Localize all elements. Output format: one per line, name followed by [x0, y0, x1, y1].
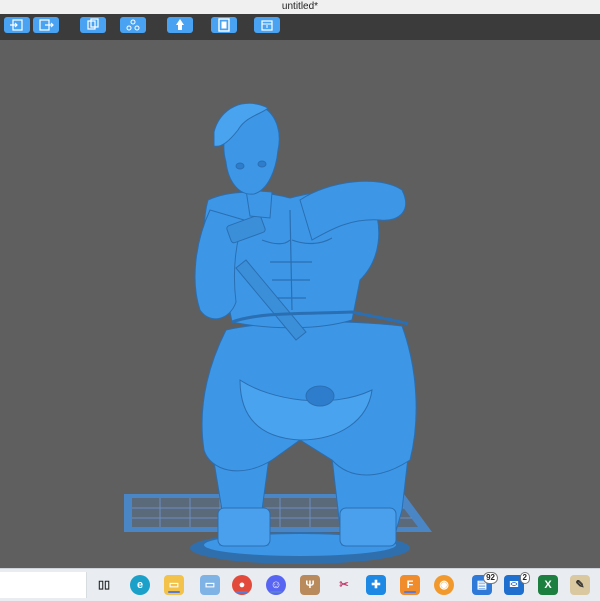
supports-icon: [176, 19, 184, 30]
edge-icon[interactable]: e: [130, 575, 150, 595]
scene: [124, 102, 432, 564]
sculpture-model[interactable]: [194, 102, 417, 547]
deer-app-icon[interactable]: Ψ: [300, 575, 320, 595]
taskbar: ▯▯ e ▭ ▭ ● ☺ Ψ ✂ ✚ F ◉ ▤ 92 ✉ 2 X ✎: [0, 568, 600, 601]
import-button[interactable]: [4, 17, 30, 33]
laptop-icon[interactable]: ▭: [200, 575, 220, 595]
window-title: untitled*: [281, 1, 319, 12]
network-icon: [126, 19, 140, 31]
chrome-icon[interactable]: ●: [232, 575, 252, 595]
slice-icon: [261, 20, 273, 31]
cross-app-icon[interactable]: ✚: [366, 575, 386, 595]
frame-icon: [218, 18, 230, 32]
blender-icon[interactable]: ◉: [434, 575, 454, 595]
scissors-app-icon[interactable]: ✂: [334, 575, 354, 595]
copy-button[interactable]: [80, 17, 106, 33]
slice-button[interactable]: [254, 17, 280, 33]
excel-icon[interactable]: X: [538, 575, 558, 595]
import-icon: [10, 19, 23, 31]
taskbar-search-box[interactable]: [0, 572, 87, 598]
3d-viewport[interactable]: [0, 40, 600, 568]
title-bar: untitled*: [0, 0, 600, 14]
network-button[interactable]: [120, 17, 146, 33]
paint-icon[interactable]: ✎: [570, 575, 590, 595]
files-icon[interactable]: ▤ 92: [472, 572, 498, 595]
files-badge: 92: [483, 572, 498, 584]
mail-icon[interactable]: ✉ 2: [504, 572, 530, 595]
discord-icon[interactable]: ☺: [266, 575, 286, 595]
export-icon: [39, 19, 54, 31]
copy-icon: [87, 18, 99, 30]
toolbar: [0, 14, 600, 40]
mail-badge: 2: [519, 572, 530, 584]
fusion-app-icon[interactable]: F: [400, 575, 420, 595]
frame-button[interactable]: [211, 17, 237, 33]
supports-button[interactable]: [167, 17, 193, 33]
task-view-icon[interactable]: ▯▯: [94, 575, 114, 595]
export-button[interactable]: [33, 17, 59, 33]
file-explorer-icon[interactable]: ▭: [164, 575, 184, 595]
